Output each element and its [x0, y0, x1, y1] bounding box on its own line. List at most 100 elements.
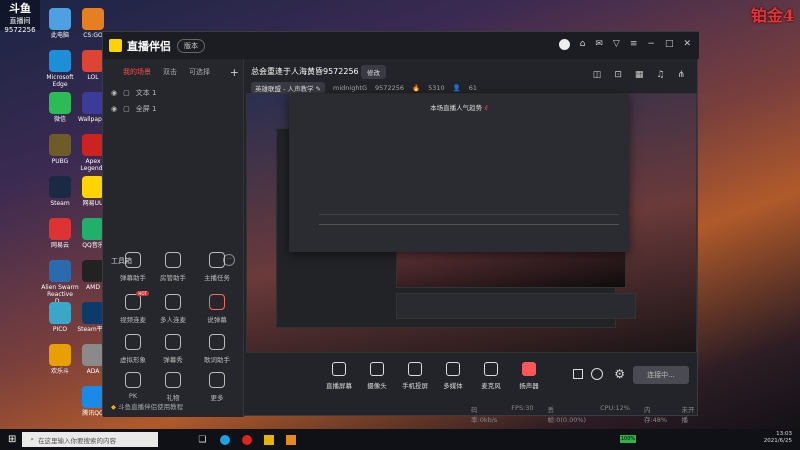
task-view-icon[interactable]: ❑	[198, 435, 206, 445]
skin-icon[interactable]: ▽	[613, 39, 620, 50]
tool-label: 虚拟形象	[120, 356, 146, 364]
tool-item[interactable]: HOT 视频连麦	[111, 291, 155, 324]
clock[interactable]: 13:03 2021/6/25	[764, 431, 792, 445]
app-icon[interactable]	[264, 434, 275, 445]
nested-toolbar	[396, 293, 636, 319]
tool-item[interactable]: 房管助手	[151, 252, 195, 282]
hot-badge: HOT	[136, 291, 149, 296]
online-icon: 👤	[452, 84, 461, 92]
grid-icon[interactable]: ▦	[635, 70, 644, 80]
rank-badge: 铂金4	[750, 6, 794, 25]
tool-icon	[209, 334, 225, 350]
tool-label: 视频连麦	[120, 316, 146, 324]
pin-icon[interactable]: ◫	[593, 70, 602, 80]
battery-indicator[interactable]: 100%	[620, 435, 636, 443]
tool-icon	[165, 372, 181, 388]
edit-button[interactable]: 修改	[361, 65, 386, 79]
app-icon	[49, 344, 71, 366]
maximize-icon[interactable]: □	[665, 39, 674, 50]
tool-item[interactable]: 虚拟形象	[111, 334, 155, 364]
window-controls: ⌂ ✉ ▽ ≡ − □ ✕	[558, 39, 691, 50]
tool-item[interactable]: 弹幕秀	[151, 334, 195, 364]
online-count: 61	[468, 84, 477, 92]
layer-item[interactable]: ◉ ▢ 文本 1	[111, 85, 243, 101]
app-icon	[49, 50, 71, 72]
unlock-icon[interactable]: ⊡	[614, 70, 622, 80]
version-tag[interactable]: 版本	[177, 38, 205, 53]
close-icon[interactable]: ✕	[683, 39, 691, 50]
message-icon[interactable]: ⌂	[580, 39, 586, 50]
tool-icon	[125, 294, 141, 310]
chart-icon: ıl	[484, 104, 488, 112]
search-box[interactable]: ⌕ 在这里输入你要搜索的内容	[22, 432, 159, 447]
source-icon	[484, 362, 498, 376]
tab-my-scene[interactable]: 我的场景	[123, 67, 151, 77]
source-icon	[522, 362, 536, 376]
source-icon	[332, 362, 346, 376]
app-icon[interactable]	[286, 434, 297, 445]
source-button[interactable]: 扬声器	[507, 362, 551, 390]
source-icon	[446, 362, 460, 376]
eye-icon[interactable]: ◉	[111, 105, 117, 113]
title-bar: 直播伴侣 版本 ⌂ ✉ ▽ ≡ − □ ✕	[103, 32, 699, 59]
tool-icon	[125, 334, 141, 350]
source-icon	[370, 362, 384, 376]
add-scene-icon[interactable]: +	[230, 66, 239, 79]
bell-icon[interactable]: ♫	[656, 70, 664, 80]
tool-icon	[125, 252, 141, 268]
app-icon	[82, 302, 104, 324]
app-icon	[82, 50, 104, 72]
tool-item[interactable]: 说弹幕	[195, 294, 239, 324]
tool-label: 弹幕秀	[163, 356, 183, 364]
live-companion-window: 直播伴侣 版本 ⌂ ✉ ▽ ≡ − □ ✕ 我的场景 双击 可选择 + ◉ ▢ …	[102, 31, 699, 424]
eye-icon[interactable]: ◉	[111, 89, 117, 97]
windows-start-icon[interactable]: ⊞	[8, 434, 16, 445]
record-icon[interactable]	[573, 369, 583, 379]
tool-item[interactable]: 多人连麦	[151, 294, 195, 324]
app-name: 直播伴侣	[127, 39, 171, 53]
share-icon[interactable]: ⋔	[677, 70, 685, 80]
layer-item[interactable]: ◉ ▢ 全屏 1	[111, 101, 243, 117]
app-icon	[49, 92, 71, 114]
source-icon	[408, 362, 422, 376]
minimize-icon[interactable]: −	[647, 39, 655, 50]
tool-icon	[165, 334, 181, 350]
room-title: 总会重逢于人海黄昏9572256	[251, 67, 359, 76]
tool-label: 说弹幕	[207, 316, 227, 324]
tutorial-icon: ◆	[111, 403, 116, 411]
avatar[interactable]	[558, 39, 570, 50]
stat-item: 丢帧:0(0.00%)	[547, 406, 587, 424]
menu-icon[interactable]: ≡	[630, 39, 638, 50]
settings-icon[interactable]: ⚙	[614, 367, 625, 381]
tool-item[interactable]: PK	[111, 372, 155, 400]
tab-optional[interactable]: 可选择	[189, 67, 210, 77]
app-icon	[82, 218, 104, 240]
layer-label: 文本 1	[135, 89, 157, 97]
lock-icon[interactable]: ▢	[123, 89, 130, 97]
netease-icon[interactable]	[242, 434, 253, 445]
tool-label: 弹幕助手	[120, 274, 146, 282]
app-icon	[82, 134, 104, 156]
tool-icon	[165, 294, 181, 310]
tool-item[interactable]: 更多	[195, 372, 239, 402]
anchor-name: midnightG	[333, 84, 368, 92]
tool-item[interactable]: 主播任务	[195, 252, 239, 282]
eye-icon[interactable]	[591, 368, 603, 380]
app-icon	[82, 8, 104, 30]
scene-tabs: 我的场景 双击 可选择	[103, 59, 243, 77]
edge-icon[interactable]	[220, 434, 231, 445]
tool-item[interactable]: 歌词助手	[195, 334, 239, 364]
lock-icon[interactable]: ▢	[123, 105, 130, 113]
tool-item[interactable]: 礼物	[151, 372, 195, 402]
tool-item[interactable]: 弹幕助手	[111, 252, 155, 282]
tutorial-label: 斗鱼直播伴侣使用教程	[118, 403, 184, 411]
layer-label: 全屏 1	[135, 105, 157, 113]
app-icon	[49, 302, 71, 324]
start-live-button[interactable]: 连接中...	[633, 366, 689, 384]
tool-label: 主播任务	[204, 274, 230, 282]
tutorial-link[interactable]: ◆ 斗鱼直播伴侣使用教程	[111, 401, 183, 411]
app-icon	[82, 344, 104, 366]
mail-icon[interactable]: ✉	[595, 39, 603, 50]
tab-double[interactable]: 双击	[163, 67, 177, 77]
stat-item: 内存:48%	[643, 406, 668, 424]
